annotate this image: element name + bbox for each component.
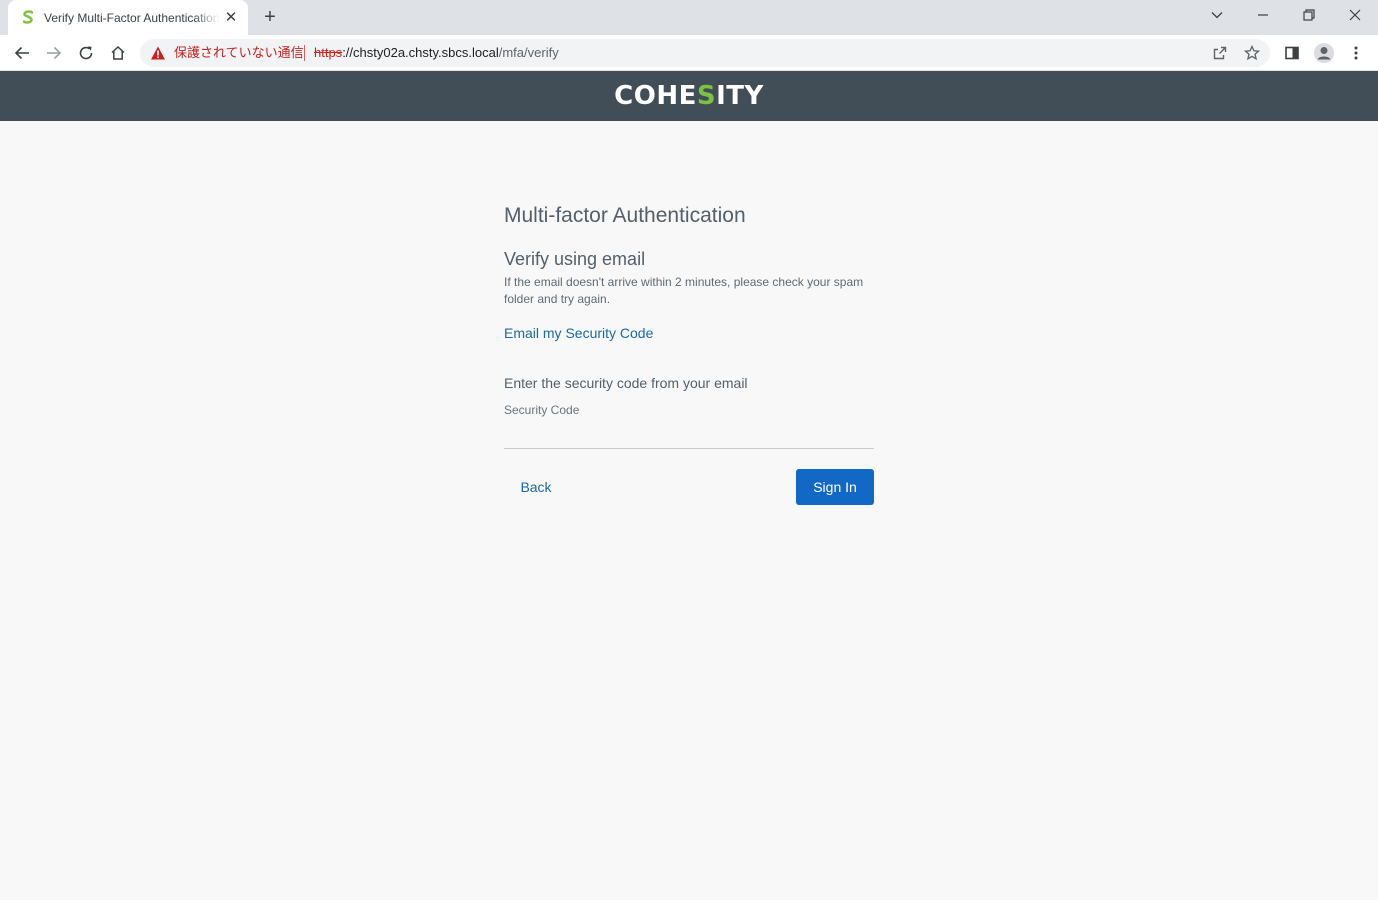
cohesity-favicon-icon bbox=[22, 10, 34, 24]
section-subtitle: Verify using email bbox=[504, 249, 646, 269]
sign-in-button[interactable]: Sign In bbox=[796, 469, 874, 505]
url-scheme: https bbox=[314, 45, 343, 60]
back-arrow-icon[interactable] bbox=[8, 39, 36, 67]
more-menu-icon[interactable] bbox=[1344, 41, 1368, 65]
security-code-instruction: Enter the security code from your email bbox=[504, 375, 748, 391]
share-icon[interactable] bbox=[1212, 45, 1228, 61]
address-bar[interactable]: 保護されていない通信 https://chsty02a.chsty.sbcs.l… bbox=[140, 39, 1270, 67]
browser-tab[interactable]: Verify Multi-Factor Authentication ✕ bbox=[8, 0, 248, 35]
reload-icon[interactable] bbox=[72, 39, 100, 67]
security-code-input[interactable] bbox=[504, 400, 874, 449]
email-security-code-link[interactable]: Email my Security Code bbox=[504, 324, 653, 342]
browser-tab-strip: Verify Multi-Factor Authentication ✕ + bbox=[0, 0, 1378, 35]
help-text: If the email doesn't arrive within 2 min… bbox=[504, 275, 864, 306]
minimize-icon[interactable] bbox=[1240, 0, 1286, 30]
new-tab-icon[interactable]: + bbox=[259, 6, 281, 28]
browser-toolbar: 保護されていない通信 https://chsty02a.chsty.sbcs.l… bbox=[0, 35, 1378, 71]
restore-icon[interactable] bbox=[1286, 0, 1332, 30]
security-warning-text[interactable]: 保護されていない通信 bbox=[174, 45, 304, 61]
tab-title: Verify Multi-Factor Authentication bbox=[44, 11, 220, 25]
tab-close-icon[interactable]: ✕ bbox=[222, 9, 240, 27]
warning-triangle-icon[interactable] bbox=[150, 45, 166, 61]
logo-accent: S bbox=[696, 81, 717, 111]
side-panel-icon[interactable] bbox=[1280, 41, 1304, 65]
profile-avatar-icon[interactable] bbox=[1312, 41, 1336, 65]
address-separator bbox=[304, 45, 305, 61]
tab-search-icon[interactable] bbox=[1194, 0, 1240, 30]
url-text[interactable]: https://chsty02a.chsty.sbcs.local/mfa/ve… bbox=[314, 45, 559, 61]
back-button[interactable]: Back bbox=[504, 469, 568, 505]
logo-suffix: ITY bbox=[716, 81, 764, 111]
logo-prefix: COHE bbox=[614, 81, 697, 111]
forward-arrow-icon[interactable] bbox=[40, 39, 68, 67]
close-window-icon[interactable] bbox=[1332, 0, 1378, 30]
url-path: /mfa/verify bbox=[498, 45, 559, 60]
home-icon[interactable] bbox=[104, 39, 132, 67]
url-host: ://chsty02a.chsty.sbcs.local bbox=[342, 45, 499, 60]
cohesity-logo: COHESITY bbox=[0, 71, 1378, 121]
bookmark-star-icon[interactable] bbox=[1244, 45, 1260, 61]
app-header: COHESITY bbox=[0, 71, 1378, 121]
page-title: Multi-factor Authentication bbox=[504, 204, 746, 227]
